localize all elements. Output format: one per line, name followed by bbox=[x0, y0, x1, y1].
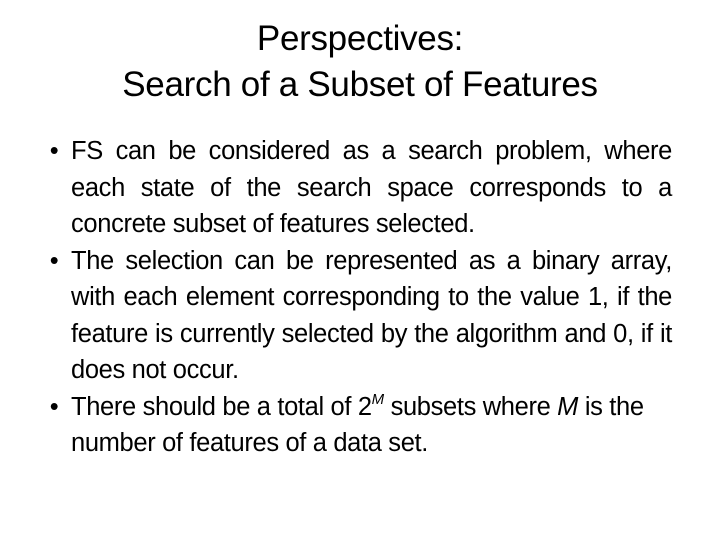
variable: M bbox=[557, 392, 579, 421]
bullet-item: • The selection can be represented as a … bbox=[44, 243, 673, 389]
exponent: M bbox=[371, 390, 385, 408]
bullet-icon: • bbox=[49, 392, 59, 421]
title-line-2: Search of a Subset of Features bbox=[122, 65, 598, 104]
bullet-list: • FS can be considered as a search probl… bbox=[44, 133, 673, 462]
bullet-item: • There should be a total of 2M subsets … bbox=[44, 389, 672, 462]
bullet-text: There should be a total of 2M subsets wh… bbox=[71, 389, 672, 462]
bullet-text-part: subsets where bbox=[383, 392, 558, 421]
slide: Perspectives: Search of a Subset of Feat… bbox=[0, 0, 720, 540]
bullet-icon: • bbox=[49, 137, 59, 165]
slide-title: Perspectives: Search of a Subset of Feat… bbox=[0, 16, 720, 108]
bullet-text: The selection can be represented as a bi… bbox=[71, 246, 672, 385]
bullet-item: • FS can be considered as a search probl… bbox=[44, 133, 673, 243]
bullet-text-part: There should be a total of 2 bbox=[71, 392, 372, 421]
bullet-icon: • bbox=[49, 246, 59, 275]
bullet-text: FS can be considered as a search problem… bbox=[71, 137, 672, 238]
title-line-1: Perspectives: bbox=[256, 19, 464, 58]
